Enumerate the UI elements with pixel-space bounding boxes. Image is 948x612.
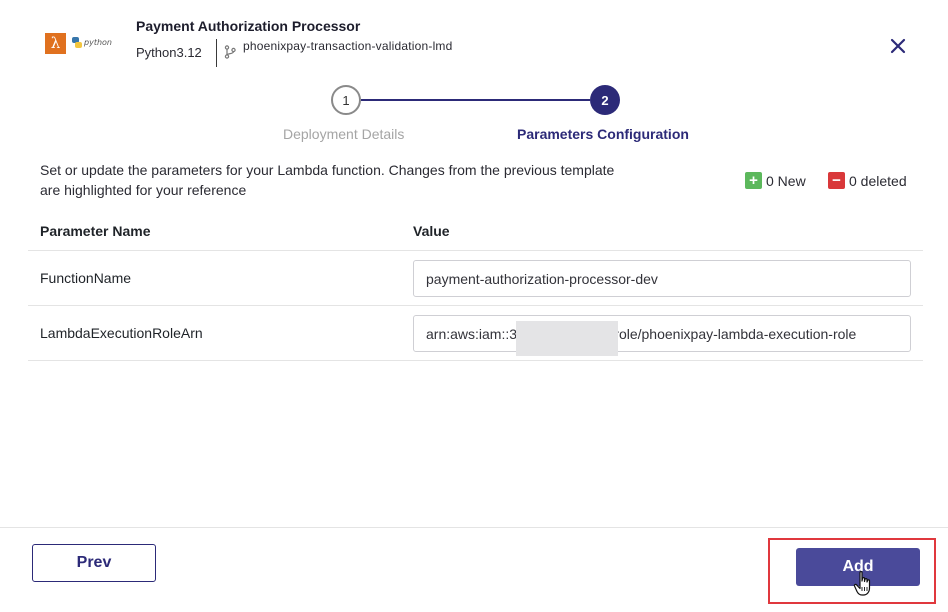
step-2-indicator: 2 (590, 85, 620, 115)
function-title: Payment Authorization Processor (136, 18, 361, 34)
execution-role-arn-input[interactable] (413, 315, 911, 352)
python-logo-text: python (84, 38, 112, 47)
redacted-region (516, 321, 618, 356)
legend-deleted: − 0 deleted (828, 172, 907, 189)
step-1-indicator[interactable]: 1 (331, 85, 361, 115)
table-row: FunctionName (28, 251, 923, 306)
header-divider (216, 39, 217, 67)
column-header-value: Value (413, 223, 450, 239)
python-icon (72, 37, 82, 48)
prev-button[interactable]: Prev (32, 544, 156, 582)
stepper-connector (361, 99, 590, 101)
legend-new-label: 0 New (766, 172, 806, 189)
branch-icon (224, 45, 236, 59)
description-text: Set or update the parameters for your La… (40, 162, 615, 198)
footer-divider (0, 527, 948, 528)
parameter-name: FunctionName (40, 270, 132, 286)
legend-new: + 0 New (745, 172, 806, 189)
python-logo: python (72, 37, 112, 48)
repository-name: phoenixpay-transaction-validation-lmd (243, 39, 453, 53)
step-2-label: Parameters Configuration (517, 126, 689, 142)
parameters-table: Parameter Name Value FunctionName Lambda… (28, 211, 923, 361)
plus-icon: + (745, 172, 762, 189)
step-1-label[interactable]: Deployment Details (283, 126, 404, 142)
table-header: Parameter Name Value (28, 211, 923, 251)
close-button[interactable] (886, 34, 910, 58)
parameter-name: LambdaExecutionRoleArn (40, 325, 203, 341)
minus-icon: − (828, 172, 845, 189)
runtime-label: Python3.12 (136, 45, 202, 60)
close-icon (890, 38, 906, 54)
function-name-input[interactable] (413, 260, 911, 297)
lambda-icon: λ (45, 33, 66, 54)
legend-deleted-label: 0 deleted (849, 172, 907, 189)
table-row: LambdaExecutionRoleArn (28, 306, 923, 361)
column-header-parameter-name: Parameter Name (40, 223, 151, 239)
hand-cursor-icon (853, 571, 871, 596)
